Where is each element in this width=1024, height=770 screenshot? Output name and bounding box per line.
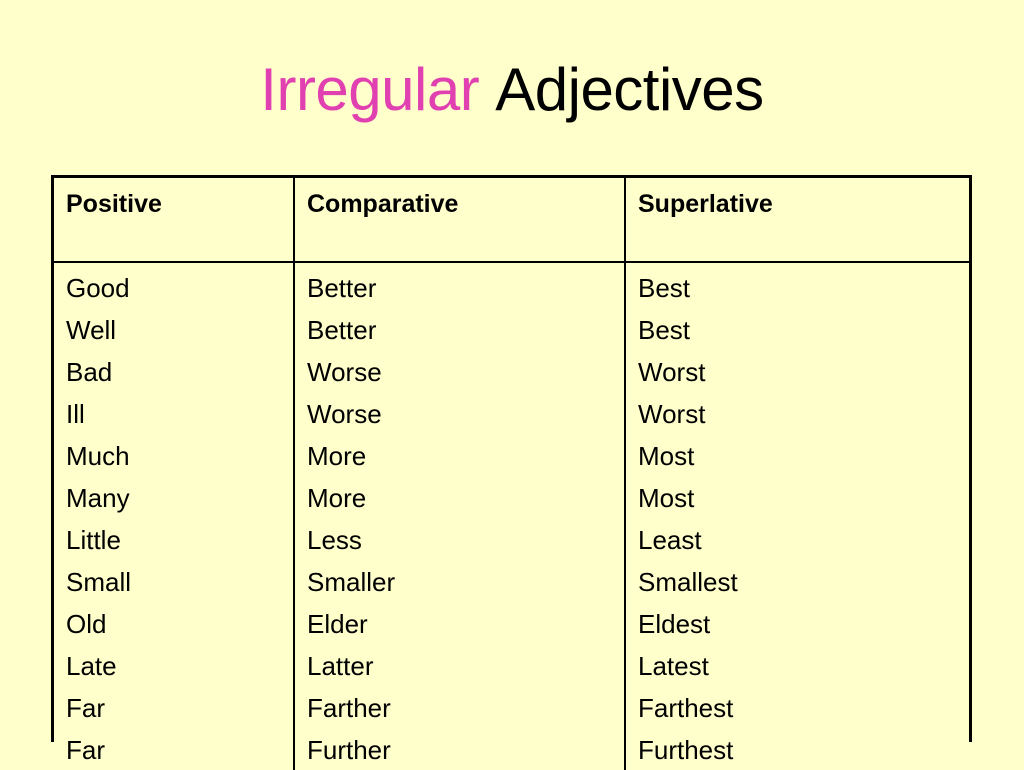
cell-superlative: Most <box>638 440 695 471</box>
cell-comparative: More <box>294 476 626 518</box>
table-row: Little Less Least <box>54 518 969 560</box>
table-row: Much More Most <box>54 434 969 476</box>
cell-superlative: Least <box>638 524 702 555</box>
cell-superlative: Farthest <box>638 692 734 723</box>
cell-positive: Many <box>54 476 295 518</box>
cell-positive: Small <box>54 560 295 602</box>
cell-positive: Old <box>54 602 295 644</box>
cell-comparative: Worse <box>294 392 626 434</box>
table-row: Well Better Best <box>54 308 969 350</box>
cell-superlative: Worst <box>638 398 706 429</box>
adjectives-table-container: Positive Comparative Superlative Good Be… <box>51 175 972 770</box>
cell-superlative: Most <box>638 482 695 513</box>
cell-superlative: Best <box>638 314 691 345</box>
cell-positive: Little <box>54 518 295 560</box>
cell-comparative: More <box>294 434 626 476</box>
cell-positive: Good <box>54 262 295 308</box>
cell-positive: Far <box>54 728 295 770</box>
table-row: Far Further Furthest <box>54 728 969 770</box>
cell-superlative: Eldest <box>638 608 711 639</box>
column-header-positive: Positive <box>54 178 295 263</box>
page-title-word-adjectives: Adjectives <box>495 56 764 123</box>
table-body: Good Better Best Well Better Best Bad Wo… <box>54 262 969 770</box>
cell-positive: Well <box>54 308 295 350</box>
slide-canvas: Irregular Adjectives Positive Comparative… <box>0 0 1024 770</box>
cell-comparative: Better <box>294 262 626 308</box>
cell-comparative: Further <box>294 728 626 770</box>
table-row: Bad Worse Worst <box>54 350 969 392</box>
cell-comparative: Elder <box>294 602 626 644</box>
table-row: Ill Worse Worst <box>54 392 969 434</box>
cell-positive: Late <box>54 644 295 686</box>
table-row: Late Latter Latest <box>54 644 969 686</box>
table-row: Good Better Best <box>54 262 969 308</box>
cell-positive: Ill <box>54 392 295 434</box>
cell-comparative: Farther <box>294 686 626 728</box>
page-title-word-irregular: Irregular <box>260 56 480 123</box>
table-row: Far Farther Farthest <box>54 686 969 728</box>
cell-positive: Far <box>54 686 295 728</box>
cell-comparative: Worse <box>294 350 626 392</box>
cell-comparative: Less <box>294 518 626 560</box>
cell-superlative: Furthest <box>638 734 734 765</box>
table-row: Old Elder Eldest <box>54 602 969 644</box>
cell-comparative: Smaller <box>294 560 626 602</box>
cell-comparative: Better <box>294 308 626 350</box>
table-row: Small Smaller Smallest <box>54 560 969 602</box>
cell-superlative: Latest <box>638 650 709 681</box>
table-header: Positive Comparative Superlative <box>54 178 969 263</box>
table-header-row: Positive Comparative Superlative <box>54 178 969 263</box>
column-header-superlative: Superlative <box>625 178 969 263</box>
cell-comparative: Latter <box>294 644 626 686</box>
cell-superlative: Best <box>638 272 691 303</box>
adjectives-table: Positive Comparative Superlative Good Be… <box>54 178 969 770</box>
column-header-comparative: Comparative <box>294 178 626 263</box>
page-title: Irregular Adjectives <box>0 58 1024 121</box>
cell-superlative: Worst <box>638 356 706 387</box>
cell-positive: Much <box>54 434 295 476</box>
cell-superlative: Smallest <box>638 566 738 597</box>
cell-positive: Bad <box>54 350 295 392</box>
table-row: Many More Most <box>54 476 969 518</box>
